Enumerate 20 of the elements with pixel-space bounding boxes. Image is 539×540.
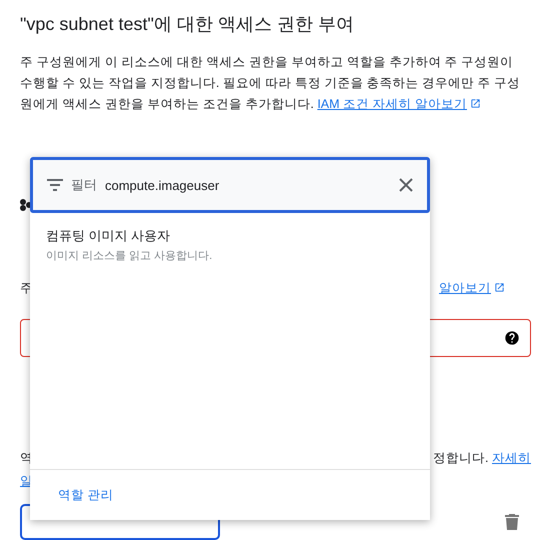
role-option[interactable]: 컴퓨팅 이미지 사용자 이미지 리소스를 읽고 사용합니다.: [30, 213, 430, 469]
learn-more-link[interactable]: 자세히: [492, 451, 531, 465]
description-text: 주 구성원에게 이 리소스에 대한 액세스 권한을 부여하고 역할을 추가하여 주 구성원이 수행할 수 있는 작업을 지정합니다. 필요에 따라 특정 기준을 충족하는 경우에만 주 구성원에게 액세스 권한을 부여하는 조건을 추가합니다. IAM 조건 자세히 알아보기: [20, 54, 522, 113]
external-link-icon: [470, 98, 481, 109]
filter-icon: [47, 179, 63, 191]
close-icon[interactable]: [399, 178, 413, 192]
filter-input[interactable]: compute.imageuser: [105, 178, 391, 192]
roles-text: 정합니다.: [433, 451, 489, 465]
group-icon: [20, 199, 32, 211]
external-link-icon: [494, 282, 505, 293]
filter-label: 필터: [71, 176, 97, 194]
help-icon[interactable]: [504, 330, 520, 346]
trash-icon[interactable]: [505, 514, 519, 530]
role-option-description: 이미지 리소스를 읽고 사용합니다.: [46, 249, 214, 263]
manage-roles-link[interactable]: 역할 관리: [58, 486, 114, 504]
role-option-title: 컴퓨팅 이미지 사용자: [46, 227, 172, 245]
iam-conditions-link[interactable]: IAM 조건 자세히 알아보기: [317, 97, 481, 111]
learn-more-link[interactable]: 알아보기: [439, 280, 505, 297]
dialog-title: "vpc subnet test"에 대한 액세스 권한 부여: [20, 13, 355, 36]
filter-field[interactable]: 필터 compute.imageuser: [30, 157, 430, 213]
